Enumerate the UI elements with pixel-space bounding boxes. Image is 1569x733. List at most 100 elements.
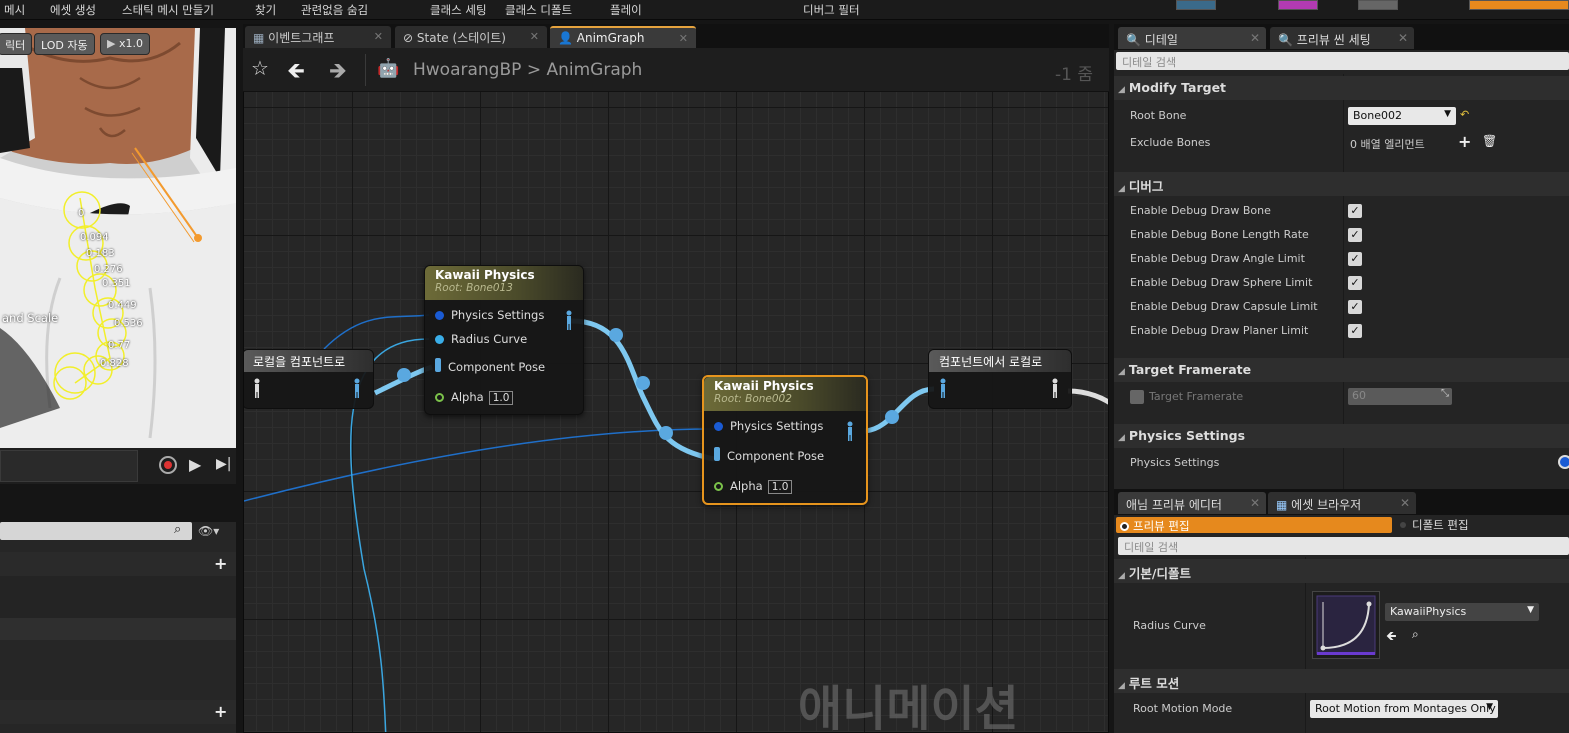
close-icon[interactable]: ✕ <box>1250 31 1260 45</box>
pin-component-pose[interactable]: Component Pose <box>435 358 545 374</box>
timeline-scrubber[interactable] <box>0 450 138 482</box>
tree-row[interactable] <box>0 576 236 618</box>
details-tab-bar: 🔍 디테일 ✕ 🔍 프리뷰 씬 세팅 ✕ <box>1114 24 1569 50</box>
kawaii-physics-node-2[interactable]: Kawaii Physics Root: Bone002 Physics Set… <box>702 375 868 505</box>
category-basic-default[interactable]: ◢ 기본/디폴트 <box>1114 559 1569 583</box>
pose-pin-in-icon[interactable] <box>939 378 947 398</box>
pin-component-pose[interactable]: Component Pose <box>714 447 824 463</box>
local-to-component-node[interactable]: 로컬을 컴포넌트로 <box>244 349 374 409</box>
preview-edit-toggle[interactable]: 프리뷰 편집 <box>1116 517 1392 533</box>
checkbox-checked[interactable]: ✓ <box>1348 276 1362 290</box>
root-bone-combo[interactable]: Bone002 ▼ <box>1348 107 1456 125</box>
category-debug[interactable]: ◢ 디버그 <box>1114 172 1569 196</box>
reset-arrow-icon[interactable]: ↶ <box>1460 108 1469 121</box>
pose-pin-out-icon[interactable] <box>846 421 854 441</box>
checkbox-checked[interactable]: ✓ <box>1348 324 1362 338</box>
checkbox-checked[interactable]: ✓ <box>1348 204 1362 218</box>
tab-state[interactable]: ⊘ State (스테이트) ✕ <box>395 26 547 48</box>
forward-arrow-icon[interactable]: 🡺 <box>329 54 347 92</box>
menu-class-defaults[interactable]: 클래스 디폴트 <box>505 2 572 18</box>
pin-alpha[interactable]: Alpha 1.0 <box>714 479 793 494</box>
character-filter-button[interactable]: 릭터 <box>0 33 33 55</box>
step-forward-icon[interactable]: ▶| <box>216 456 231 472</box>
tab-preview-scene-settings[interactable]: 🔍 프리뷰 씬 세팅 ✕ <box>1270 27 1414 49</box>
tree-row[interactable] <box>0 618 236 640</box>
checkbox-checked[interactable]: ✓ <box>1348 252 1362 266</box>
pin-radius-curve[interactable]: Radius Curve <box>435 332 527 346</box>
record-button[interactable] <box>159 456 177 474</box>
menu-play[interactable]: 플레이 <box>610 2 642 18</box>
radio-unselected-icon <box>1400 522 1406 528</box>
alpha-value[interactable]: 1.0 <box>488 391 514 405</box>
category-physics-settings[interactable]: ◢ Physics Settings <box>1114 424 1569 448</box>
close-icon[interactable]: ✕ <box>374 30 383 43</box>
close-icon[interactable]: ✕ <box>1400 496 1410 510</box>
component-to-local-node[interactable]: 컴포넌트에서 로컬로 <box>928 349 1072 409</box>
close-icon[interactable]: ✕ <box>679 32 688 45</box>
pose-pin-out-icon[interactable] <box>565 310 573 330</box>
alpha-value[interactable]: 1.0 <box>767 480 793 494</box>
tree-search-input[interactable] <box>0 522 192 540</box>
menu-make-static-mesh[interactable]: 스태틱 메시 만들기 <box>122 2 214 18</box>
pose-pin-out-icon[interactable] <box>353 378 361 398</box>
default-edit-toggle[interactable]: 디폴트 편집 <box>1400 517 1469 533</box>
checkbox-checked[interactable]: ✓ <box>1348 228 1362 242</box>
category-target-framerate[interactable]: ◢ Target Framerate <box>1114 358 1569 382</box>
menu-find[interactable]: 찾기 <box>255 2 276 18</box>
details-search-input[interactable]: 디테일 검색 <box>1116 52 1569 70</box>
struct-pin-icon[interactable] <box>1558 455 1569 469</box>
use-selected-arrow-icon[interactable]: 🡸 <box>1386 627 1397 649</box>
menu-hide-unrelated[interactable]: 관련없음 숨김 <box>301 2 368 18</box>
graph-canvas[interactable]: 애니메이션 로컬을 컴포넌트로 Kawaii Physics Root: Bon… <box>243 48 1109 733</box>
add-icon[interactable]: + <box>214 702 227 721</box>
pin-label: Alpha <box>451 390 484 404</box>
combo-value: KawaiiPhysics <box>1390 605 1467 618</box>
root-motion-mode-combo[interactable]: Root Motion from Montages Only ▼ <box>1310 700 1498 718</box>
preview-search-input[interactable]: 디테일 검색 <box>1118 537 1569 555</box>
tab-event-graph[interactable]: ▦ 이벤트그래프 ✕ <box>245 26 391 48</box>
tab-details[interactable]: 🔍 디테일 ✕ <box>1118 27 1266 49</box>
back-arrow-icon[interactable]: 🡸 <box>287 54 305 92</box>
pin-physics-settings[interactable]: Physics Settings <box>714 419 823 433</box>
breadcrumb-graph[interactable]: AnimGraph <box>546 60 642 80</box>
toolbar-thumb-3[interactable] <box>1358 0 1398 10</box>
category-root-motion[interactable]: ◢ 루트 모션 <box>1114 669 1569 693</box>
tab-asset-browser[interactable]: ▦ 에셋 브라우저 ✕ <box>1268 492 1416 514</box>
add-icon[interactable]: + <box>214 554 227 573</box>
tab-anim-preview-editor[interactable]: 애님 프리뷰 에디터 ✕ <box>1118 492 1266 514</box>
event-graph-icon: ▦ <box>253 31 265 45</box>
pin-alpha[interactable]: Alpha 1.0 <box>435 390 514 405</box>
menu-create-asset[interactable]: 에셋 생성 <box>50 2 96 18</box>
play-icon[interactable]: ▶ <box>189 455 201 474</box>
tab-anim-graph[interactable]: 👤 AnimGraph ✕ <box>550 26 696 48</box>
breadcrumb-blueprint[interactable]: HwoarangBP <box>413 60 521 80</box>
curve-asset-combo[interactable]: KawaiiPhysics ▼ <box>1385 603 1539 621</box>
lod-auto-button[interactable]: LOD 자동 <box>34 33 95 55</box>
pin-physics-settings[interactable]: Physics Settings <box>435 308 544 322</box>
menu-class-settings[interactable]: 클래스 세팅 <box>430 2 487 18</box>
framerate-input[interactable]: 60 ⤡ <box>1348 388 1452 405</box>
playback-speed-button[interactable]: ▶ x1.0 <box>100 33 150 55</box>
toolbar-thumb-4[interactable] <box>1469 0 1569 10</box>
kawaii-physics-node-1[interactable]: Kawaii Physics Root: Bone013 Physics Set… <box>424 265 584 415</box>
eye-icon[interactable]: 👁▾ <box>198 524 219 538</box>
checkbox-checked[interactable]: ✓ <box>1348 300 1362 314</box>
category-modify-target[interactable]: ◢ Modify Target <box>1114 76 1569 100</box>
add-element-icon[interactable]: + <box>1458 132 1471 151</box>
close-icon[interactable]: ✕ <box>530 30 539 43</box>
menu-debug-filter[interactable]: 디버그 필터 <box>803 2 860 18</box>
curve-thumbnail[interactable] <box>1312 591 1380 659</box>
pose-pin-in-icon[interactable] <box>253 378 261 398</box>
trash-icon[interactable]: 🗑 <box>1482 134 1497 148</box>
favorite-star-icon[interactable]: ☆ <box>251 56 269 80</box>
close-icon[interactable]: ✕ <box>1398 31 1408 45</box>
toolbar-thumb-1[interactable] <box>1176 0 1216 10</box>
preview-viewport[interactable]: 릭터 LOD 자동 ▶ x1.0 and Scale 0 0.094 0.183… <box>0 28 236 448</box>
pose-pin-out-icon[interactable] <box>1051 378 1059 398</box>
browse-search-icon[interactable]: ⌕ <box>1412 627 1419 642</box>
checkbox-unchecked[interactable] <box>1130 390 1144 404</box>
menu-mesh[interactable]: 메시 <box>4 2 25 18</box>
toolbar-thumb-2[interactable] <box>1278 0 1318 10</box>
bone-value: 0.183 <box>86 248 115 259</box>
close-icon[interactable]: ✕ <box>1250 496 1260 510</box>
